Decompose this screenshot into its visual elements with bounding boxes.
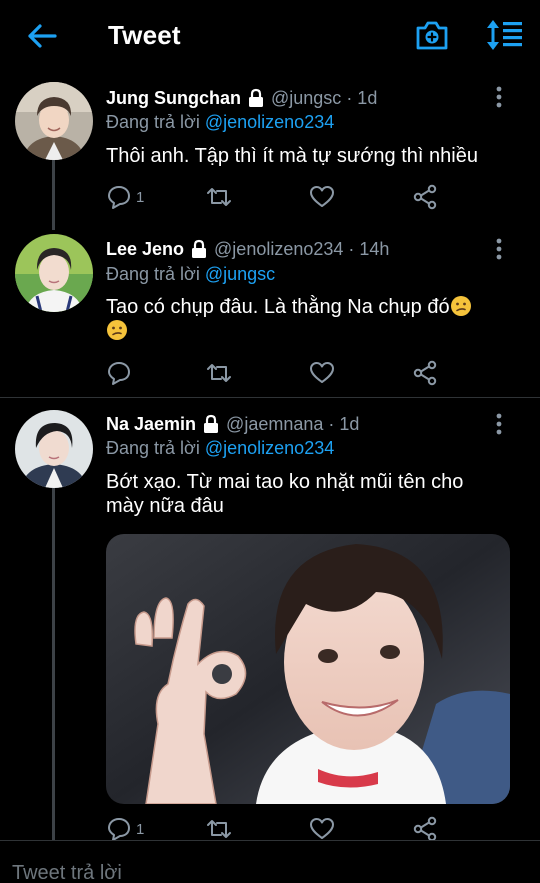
retweet-icon <box>207 820 231 838</box>
tweet-text-block: Tao có chụp đâu. Là thằng Na chụp đó <box>106 295 516 343</box>
page-title: Tweet <box>108 20 181 50</box>
reply-compose-bar <box>0 840 540 883</box>
confused-face-emoji-icon <box>450 296 471 316</box>
reply-count: 1 <box>136 188 145 206</box>
lock-icon <box>192 239 207 258</box>
share-icon <box>413 816 437 842</box>
share-button[interactable] <box>412 359 438 387</box>
like-button[interactable] <box>309 359 339 387</box>
reply-button[interactable]: 1 <box>106 815 144 843</box>
retweet-button[interactable] <box>206 815 236 843</box>
replying-to: Đang trả lời @jungsc <box>106 264 275 285</box>
replying-to-prefix: Đang trả lời <box>106 438 200 458</box>
tweet-actions: 1 <box>106 815 446 843</box>
avatar[interactable] <box>15 410 93 488</box>
more-options-icon[interactable] <box>494 86 504 108</box>
heart-icon <box>310 186 334 207</box>
share-button[interactable] <box>412 815 438 843</box>
share-button[interactable] <box>412 183 438 211</box>
camera-add-icon[interactable] <box>414 18 450 52</box>
reply-button[interactable] <box>106 359 136 387</box>
retweet-icon <box>207 364 231 382</box>
retweet-icon <box>207 188 231 206</box>
user-handle[interactable]: @jungsc <box>271 88 341 109</box>
like-button[interactable] <box>309 183 339 211</box>
avatar[interactable] <box>15 234 93 312</box>
sort-thread-icon[interactable] <box>484 18 524 52</box>
tweet-header: Lee Jeno @jenolizeno234 · 14h <box>106 237 389 261</box>
lock-icon <box>249 88 263 107</box>
display-name[interactable]: Na Jaemin <box>106 414 196 435</box>
replying-to-prefix: Đang trả lời <box>106 264 200 284</box>
display-name[interactable]: Lee Jeno <box>106 239 184 260</box>
more-options-icon[interactable] <box>494 413 504 435</box>
divider <box>0 397 540 398</box>
more-options-icon[interactable] <box>494 238 504 260</box>
tweet-media-image[interactable] <box>106 534 510 804</box>
mention-link[interactable]: @jenolizeno234 <box>205 112 334 132</box>
reply-input[interactable] <box>12 861 512 883</box>
display-name[interactable]: Jung Sungchan <box>106 88 241 109</box>
heart-icon <box>310 362 334 383</box>
confused-face-emoji-icon <box>107 320 127 340</box>
tweet-header: Na Jaemin @jaemnana · 1d <box>106 412 359 436</box>
share-icon <box>413 360 437 386</box>
tweet-time: · 1d <box>328 413 360 434</box>
reply-icon <box>108 362 130 385</box>
replying-to: Đang trả lời @jenolizeno234 <box>106 438 334 459</box>
replying-to: Đang trả lời @jenolizeno234 <box>106 112 334 133</box>
tweet-text: Tao có chụp đâu. Là thằng Na chụp đó <box>106 296 450 318</box>
top-app-bar: Tweet <box>0 0 540 72</box>
lock-icon <box>204 414 219 433</box>
retweet-button[interactable] <box>206 183 236 211</box>
avatar[interactable] <box>15 82 93 160</box>
tweet-header: Jung Sungchan @jungsc · 1d <box>106 86 377 110</box>
heart-icon <box>310 818 334 839</box>
arrow-left-icon[interactable] <box>26 22 58 50</box>
like-button[interactable] <box>309 815 339 843</box>
reply-button[interactable]: 1 <box>106 183 144 211</box>
reply-icon <box>108 818 130 841</box>
tweet-actions <box>106 359 446 387</box>
share-icon <box>413 184 437 210</box>
mention-link[interactable]: @jungsc <box>205 264 275 284</box>
tweet-time: · 1d <box>346 87 378 108</box>
tweet-time: · 14h <box>348 238 390 259</box>
tweet-actions: 1 <box>106 183 446 211</box>
thread-connector <box>52 488 55 840</box>
reply-count: 1 <box>136 820 145 838</box>
user-handle[interactable]: @jenolizeno234 <box>214 239 343 260</box>
thread-connector <box>52 160 55 230</box>
user-handle[interactable]: @jaemnana <box>226 414 323 435</box>
mention-link[interactable]: @jenolizeno234 <box>205 438 334 458</box>
tweet-text: Bớt xạo. Từ mai tao ko nhặt mũi tên cho … <box>106 471 464 517</box>
reply-icon <box>108 186 130 209</box>
retweet-button[interactable] <box>206 359 236 387</box>
tweet-text: Thôi anh. Tập thì ít mà tự sướng thì nhi… <box>106 145 478 167</box>
replying-to-prefix: Đang trả lời <box>106 112 200 132</box>
